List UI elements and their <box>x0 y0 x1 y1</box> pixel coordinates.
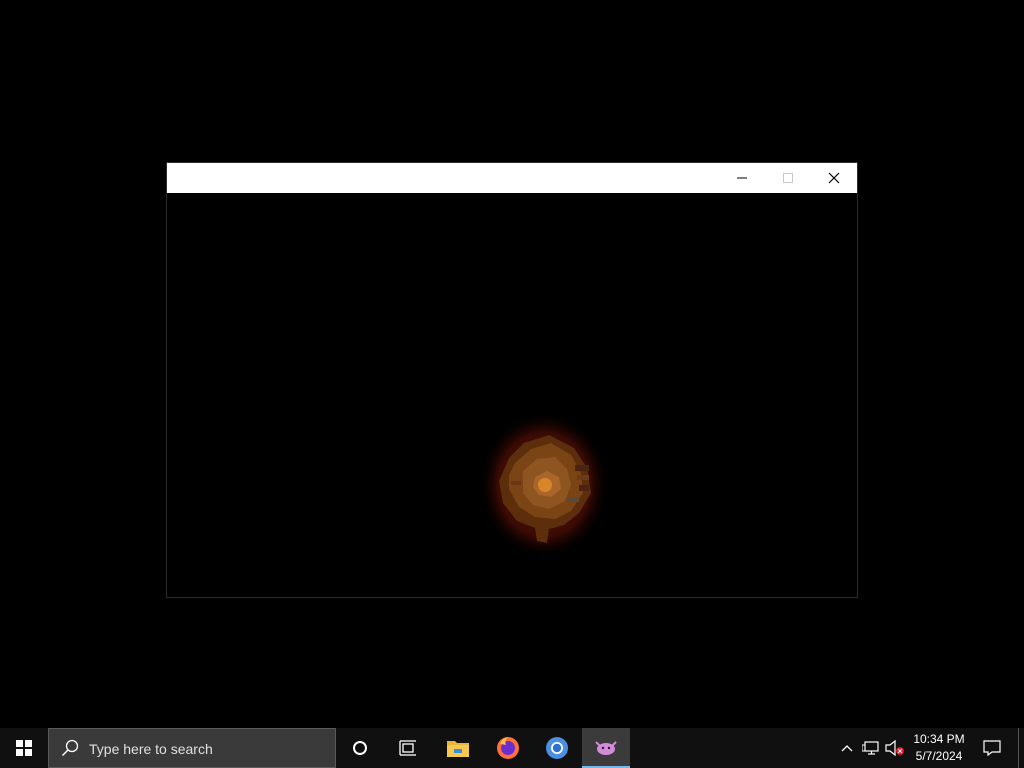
start-button[interactable] <box>0 728 48 768</box>
clock-time: 10:34 PM <box>913 732 965 746</box>
show-desktop-button[interactable] <box>1018 728 1024 768</box>
firefox-icon <box>497 737 519 759</box>
search-input[interactable]: Type here to search <box>48 728 336 768</box>
folder-icon <box>447 741 469 757</box>
volume-muted-icon <box>885 740 904 756</box>
system-clock[interactable]: 10:34 PM 5/7/2024 <box>906 728 972 768</box>
close-button[interactable] <box>811 163 857 193</box>
maximize-icon <box>783 173 793 183</box>
cortana-circle-icon <box>353 741 367 755</box>
minimize-icon <box>737 177 747 179</box>
title-bar[interactable] <box>167 163 857 193</box>
maximize-button[interactable] <box>765 163 811 193</box>
search-icon <box>61 739 79 757</box>
minimize-button[interactable] <box>719 163 765 193</box>
taskbar-game-app[interactable] <box>582 728 630 768</box>
task-view-button[interactable] <box>384 728 432 768</box>
taskbar: Type here to search 10:34 PM 5/7/2024 <box>0 728 1024 768</box>
action-center-button[interactable] <box>978 728 1006 768</box>
clock-date: 5/7/2024 <box>915 749 963 763</box>
windows-logo-icon <box>16 740 32 756</box>
task-view-icon <box>399 740 416 756</box>
taskbar-chrome[interactable] <box>533 728 581 768</box>
network-button[interactable] <box>860 728 882 768</box>
network-icon <box>862 741 879 755</box>
chevron-up-icon <box>841 745 853 752</box>
pink-creature-icon <box>595 741 617 755</box>
close-icon <box>828 172 840 184</box>
volume-button[interactable] <box>884 728 906 768</box>
tray-overflow-button[interactable] <box>836 728 858 768</box>
search-placeholder: Type here to search <box>89 741 213 757</box>
game-canvas[interactable] <box>167 193 857 597</box>
glowing-blob-sprite <box>479 413 609 559</box>
taskbar-firefox[interactable] <box>484 728 532 768</box>
chrome-icon <box>546 737 568 759</box>
app-window <box>166 162 858 598</box>
taskbar-file-explorer[interactable] <box>434 728 482 768</box>
notification-icon <box>983 740 1001 756</box>
cortana-button[interactable] <box>336 728 384 768</box>
